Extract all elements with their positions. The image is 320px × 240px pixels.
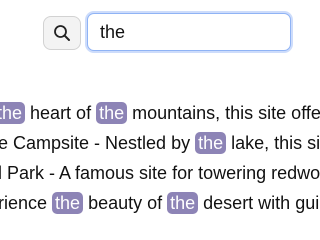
search-page: the heart of the mountains, this site of… [0, 0, 320, 214]
highlighted-match: the [96, 102, 128, 124]
result-text: e Campsite - Nestled by the lake, this s… [0, 128, 320, 158]
result-text: the heart of the mountains, this site of… [0, 98, 320, 128]
result-text-segment: l Park - A famous site for towering redw… [0, 163, 320, 183]
result-text: l Park - A famous site for towering redw… [0, 158, 320, 188]
result-text-segment: heart of [25, 103, 97, 123]
search-bar [43, 13, 293, 53]
results-list: the heart of the mountains, this site of… [0, 98, 320, 214]
highlighted-match: the [0, 102, 26, 124]
result-text-segment: e Campsite - Nestled by [0, 133, 196, 153]
result-text-segment: mountains, this site offers s [132, 103, 320, 123]
search-button[interactable] [43, 16, 81, 50]
result-line: l Park - A famous site for towering redw… [0, 158, 320, 188]
result-text-segment: rience [0, 193, 53, 213]
result-line: the heart of the mountains, this site of… [0, 98, 320, 128]
result-text-segment: desert with guide [203, 193, 320, 213]
search-icon [54, 25, 70, 41]
highlighted-match: the [52, 192, 84, 214]
result-line: e Campsite - Nestled by the lake, this s… [0, 128, 320, 158]
result-text: rience the beauty of the desert with gui… [0, 188, 320, 214]
result-line: rience the beauty of the desert with gui… [0, 188, 320, 214]
highlighted-match: the [167, 192, 199, 214]
search-input[interactable] [87, 13, 291, 51]
result-text-segment: beauty of [83, 193, 168, 213]
highlighted-match: the [195, 132, 227, 154]
result-text-segment: lake, this site i [231, 133, 320, 153]
